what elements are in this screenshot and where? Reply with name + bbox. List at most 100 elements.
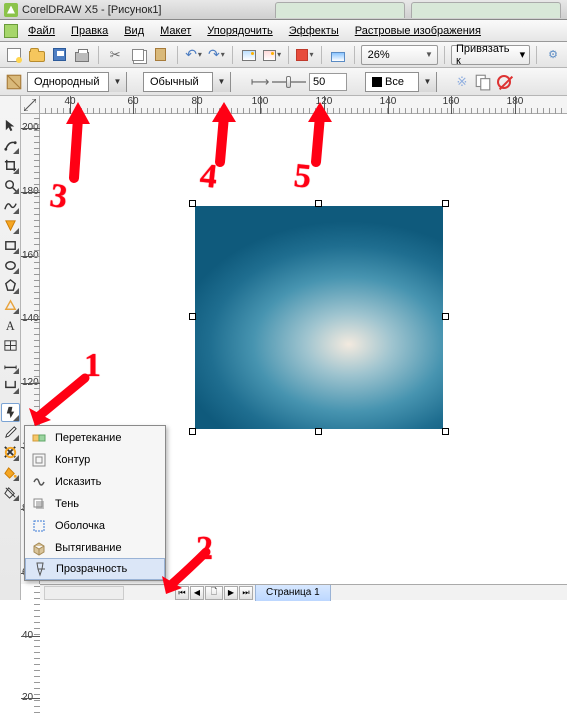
svg-text:A: A — [5, 319, 14, 333]
edit-transparency-icon[interactable] — [4, 72, 24, 92]
menu-view[interactable]: Вид — [116, 20, 152, 41]
export-button[interactable] — [262, 45, 282, 65]
options-button[interactable]: ⚙ — [543, 45, 563, 65]
selection-handle[interactable] — [189, 200, 196, 207]
outline-tool[interactable] — [1, 443, 20, 462]
window-title: CorelDRAW X5 - [Рисунок1] — [22, 4, 162, 16]
print-button[interactable] — [72, 45, 92, 65]
dropdown-icon[interactable]: ▼ — [108, 72, 126, 92]
dropdown-icon[interactable]: ▼ — [212, 72, 230, 92]
flyout-item-envelope[interactable]: Оболочка — [25, 515, 165, 537]
extrude-icon — [31, 540, 47, 556]
flyout-item-extrude[interactable]: Вытягивание — [25, 537, 165, 559]
ruler-origin[interactable] — [21, 96, 40, 114]
menu-effects[interactable]: Эффекты — [281, 20, 347, 41]
property-bar: Однородный ▼ Обычный ▼ ⟼ Все ▼ ※ — [0, 68, 567, 96]
selection-handle[interactable] — [442, 428, 449, 435]
flyout-item-label: Перетекание — [55, 432, 159, 444]
undo-button[interactable]: ↶ — [184, 45, 204, 65]
prev-page-button[interactable]: ◀ — [190, 586, 204, 600]
selection-handle[interactable] — [189, 428, 196, 435]
cut-button[interactable]: ✂ — [105, 45, 125, 65]
import-button[interactable] — [239, 45, 259, 65]
selected-rectangle-object[interactable] — [195, 206, 443, 429]
selection-handle[interactable] — [315, 200, 322, 207]
shadow-icon — [31, 496, 47, 512]
freehand-tool[interactable] — [1, 196, 20, 215]
background-tab — [275, 2, 405, 18]
transparency-mode-value: Обычный — [144, 76, 205, 88]
zoom-combo[interactable]: 26%▼ — [361, 45, 438, 65]
apply-to-combo[interactable]: Все ▼ — [365, 72, 437, 92]
dimension-tool[interactable] — [1, 356, 20, 375]
flyout-item-transparency[interactable]: Прозрачность — [25, 558, 165, 580]
menu-layout[interactable]: Макет — [152, 20, 199, 41]
last-page-button[interactable]: ⏭ — [239, 586, 253, 600]
paste-button[interactable] — [151, 45, 171, 65]
crop-tool[interactable] — [1, 156, 20, 175]
selection-handle[interactable] — [442, 313, 449, 320]
app-icon — [4, 3, 18, 17]
flyout-item-label: Тень — [55, 498, 159, 510]
page-tab-label: Страница 1 — [266, 587, 320, 598]
add-page-button[interactable]: 🗋 — [205, 586, 223, 600]
selection-handle[interactable] — [189, 313, 196, 320]
polygon-tool[interactable] — [1, 276, 20, 295]
flyout-item-shadow[interactable]: Тень — [25, 493, 165, 515]
open-button[interactable] — [27, 45, 47, 65]
dropdown-icon[interactable]: ▼ — [418, 72, 436, 92]
first-page-button[interactable]: ⏮ — [175, 586, 189, 600]
snap-to-label: Привязать к — [456, 43, 517, 67]
interactive-tool-flyout[interactable] — [1, 403, 20, 422]
save-button[interactable] — [50, 45, 70, 65]
selection-handle[interactable] — [315, 428, 322, 435]
flyout-item-label: Вытягивание — [55, 542, 159, 554]
selection-handle[interactable] — [442, 200, 449, 207]
copy-properties-icon[interactable] — [474, 73, 492, 91]
pick-tool[interactable] — [1, 116, 20, 135]
transparency-type-combo[interactable]: Однородный ▼ — [27, 72, 127, 92]
freeze-icon[interactable]: ※ — [453, 73, 471, 91]
app-menu-icon[interactable] — [2, 20, 20, 41]
table-tool[interactable] — [1, 336, 20, 355]
transparency-type-value: Однородный — [28, 76, 105, 88]
zoom-tool[interactable] — [1, 176, 20, 195]
connector-tool[interactable] — [1, 376, 20, 395]
publish-button[interactable] — [295, 45, 315, 65]
contour-icon — [31, 452, 47, 468]
menu-file[interactable]: Файл — [20, 20, 63, 41]
ellipse-tool[interactable] — [1, 256, 20, 275]
flyout-item-distort[interactable]: Исказить — [25, 471, 165, 493]
clear-transparency-icon[interactable] — [495, 73, 513, 91]
basic-shapes-tool[interactable] — [1, 296, 20, 315]
launch-button[interactable] — [328, 45, 348, 65]
standard-toolbar: ✂ ↶ ↷ 26%▼ Привязать к▾ ⚙ — [0, 42, 567, 68]
flyout-item-blend[interactable]: Перетекание — [25, 427, 165, 449]
transparency-mode-combo[interactable]: Обычный ▼ — [143, 72, 231, 92]
text-tool[interactable]: A — [1, 316, 20, 335]
smart-fill-tool[interactable] — [1, 216, 20, 235]
transparency-value-input[interactable] — [309, 73, 347, 91]
menu-bitmaps[interactable]: Растровые изображения — [347, 20, 489, 41]
flyout-item-contour[interactable]: Контур — [25, 449, 165, 471]
menu-edit[interactable]: Правка — [63, 20, 116, 41]
new-button[interactable] — [4, 45, 24, 65]
zoom-value: 26% — [368, 49, 390, 61]
menu-arrange[interactable]: Упорядочить — [199, 20, 280, 41]
fill-tool[interactable] — [1, 463, 20, 482]
rectangle-tool[interactable] — [1, 236, 20, 255]
envelope-icon — [31, 518, 47, 534]
next-page-button[interactable]: ▶ — [224, 586, 238, 600]
slider-thumb[interactable] — [286, 76, 291, 88]
eyedropper-tool[interactable] — [1, 423, 20, 442]
interactive-tools-flyout: Перетекание Контур Исказить Тень Оболочк… — [24, 425, 166, 581]
flyout-item-label: Оболочка — [55, 520, 159, 532]
transparency-slider[interactable] — [272, 81, 306, 83]
page-navigator: ⏮ ◀ 🗋 ▶ ⏭ Страница 1 — [40, 584, 567, 600]
page-tab-1[interactable]: Страница 1 — [255, 585, 331, 601]
shape-tool[interactable] — [1, 136, 20, 155]
redo-button[interactable]: ↷ — [206, 45, 226, 65]
snap-to-combo[interactable]: Привязать к▾ — [451, 45, 530, 65]
copy-button[interactable] — [128, 45, 148, 65]
interactive-fill-tool[interactable] — [1, 483, 20, 502]
